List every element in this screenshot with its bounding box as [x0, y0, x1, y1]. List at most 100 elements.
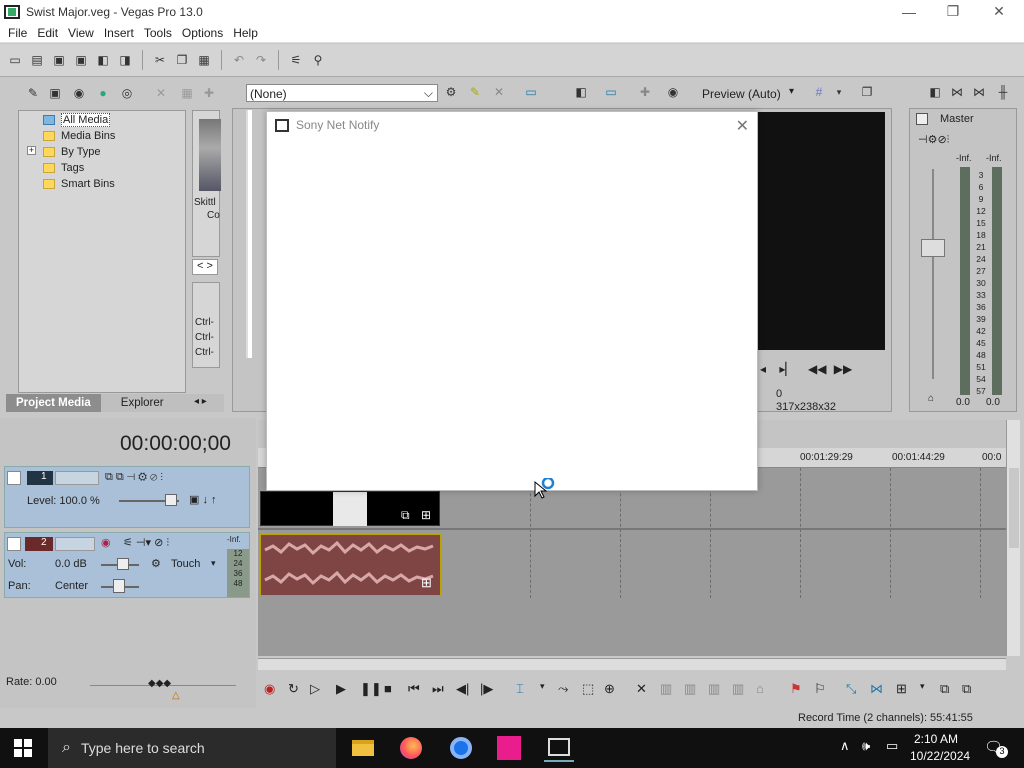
chevron-down-icon[interactable]: ▾ [211, 558, 216, 569]
view-icon[interactable]: ✚ [200, 84, 218, 102]
mixer-properties-icon[interactable]: ◧ [926, 83, 944, 101]
play-icon[interactable]: ▶ [336, 681, 346, 697]
track-expand-icon[interactable] [7, 471, 21, 485]
tab-explorer[interactable]: Explorer [111, 394, 174, 412]
fx-dropdown[interactable]: (None) ⌵ [246, 84, 438, 102]
vol-slider[interactable] [117, 558, 129, 570]
delete-icon[interactable]: ✕ [636, 681, 647, 697]
menu-options[interactable]: Options [178, 26, 229, 40]
thumbnail-nav[interactable]: < > [192, 259, 218, 275]
preview-properties-icon[interactable]: ◧ [572, 83, 590, 101]
what-is-this-icon[interactable]: ⚲ [309, 51, 327, 69]
insert-bus-icon[interactable]: ╫ [994, 83, 1012, 101]
grid-icon[interactable]: # [810, 83, 828, 101]
track-name-field[interactable] [55, 537, 95, 551]
menu-view[interactable]: View [64, 26, 100, 40]
stop-icon[interactable]: ■ [384, 681, 392, 696]
snapping-icon[interactable]: ⤡ [846, 681, 856, 697]
tray-date[interactable]: 10/22/2024 [910, 749, 970, 763]
external-monitor-icon[interactable]: ▭ [602, 83, 620, 101]
compositing-icons[interactable]: ▣ ↓ ↑ [189, 493, 217, 506]
downmix-icon[interactable]: ⋈ [948, 83, 966, 101]
play-icon[interactable]: ▶▶ [834, 362, 852, 376]
loop-icon[interactable]: ◀◀ [808, 362, 826, 376]
dialog-close-button[interactable]: ✕ [736, 116, 749, 136]
firefox-icon[interactable] [396, 734, 426, 762]
automation-mode[interactable]: Touch [171, 558, 200, 570]
copy-snapshot-icon[interactable]: ❐ [858, 83, 876, 101]
level-slider[interactable] [165, 494, 177, 506]
play-from-start-icon[interactable]: ▷ [310, 681, 320, 697]
capture-video-icon[interactable]: ▣ [46, 84, 64, 102]
horizontal-scrollbar[interactable] [258, 658, 1006, 670]
trim-end-icon[interactable]: ▥ [708, 681, 720, 697]
ignore-grouping-icon[interactable]: ⧉ [962, 681, 971, 697]
master-controls-icon[interactable]: ⊣⚙⊘⫶ [918, 133, 949, 147]
track-controls-icons[interactable]: ⧉ ⧉ ⊣ ⚙ ⊘ ⫶ [105, 471, 163, 484]
menu-help[interactable]: Help [229, 26, 264, 40]
arm-record-icon[interactable]: ◉ [101, 536, 111, 549]
ripple-edit-icon[interactable]: ⊞ [896, 681, 907, 697]
render-icon[interactable]: ◧ [94, 51, 112, 69]
save-as-icon[interactable]: ▣ [72, 51, 90, 69]
envelope-tool-icon[interactable]: ⤳ [558, 681, 568, 697]
minimize-button[interactable]: — [886, 0, 932, 23]
event-fx-icon[interactable]: ⊞ [421, 575, 432, 591]
automation-icon[interactable]: ⚙ [151, 557, 161, 570]
next-frame-icon[interactable]: |▶ [480, 681, 493, 697]
scroll-thumb[interactable] [1009, 468, 1019, 548]
media-thumbnail[interactable] [199, 119, 221, 191]
preview-quality-dropdown[interactable]: Preview (Auto) [702, 87, 781, 101]
network-icon[interactable]: ▭ [886, 738, 898, 754]
cut-icon[interactable]: ✂ [151, 51, 169, 69]
region-icon[interactable]: ⚐ [814, 681, 826, 697]
record-icon[interactable]: ◉ [264, 681, 275, 697]
audio-event[interactable]: ⊞ [260, 534, 441, 596]
event-fx-icon[interactable]: ⊞ [421, 508, 431, 522]
media-fx-icon[interactable]: ▦ [178, 84, 196, 102]
previous-frame-icon[interactable]: ◂ [760, 362, 766, 376]
rate-slider[interactable]: ◆◆◆ [148, 678, 171, 689]
auto-crossfade-icon[interactable]: ⋈ [870, 681, 883, 697]
split-screen-icon[interactable]: ✚ [636, 83, 654, 101]
installer-app-icon[interactable] [494, 734, 524, 762]
loop-playback-icon[interactable]: ↻ [288, 681, 299, 697]
track-name-field[interactable] [55, 471, 99, 485]
paste-icon[interactable]: ▦ [195, 51, 213, 69]
maximize-button[interactable]: ❐ [930, 0, 976, 23]
plugin-chooser-icon[interactable]: ⚙ [442, 83, 460, 101]
redo-icon[interactable]: ↷ [252, 51, 270, 69]
extract-audio-icon[interactable]: ● [94, 84, 112, 102]
pause-icon[interactable]: ❚❚ [360, 681, 382, 697]
expand-icon[interactable]: + [27, 146, 36, 155]
tab-project-media[interactable]: Project Media [6, 394, 101, 412]
chevron-down-icon[interactable]: ▾ [540, 681, 545, 692]
menu-file[interactable]: File [4, 26, 33, 40]
go-to-end-icon[interactable]: ⏭ [432, 681, 444, 697]
start-button[interactable] [8, 734, 38, 762]
menu-edit[interactable]: Edit [33, 26, 64, 40]
copy-icon[interactable]: ❐ [173, 51, 191, 69]
tree-item-tags[interactable]: Tags [43, 160, 84, 176]
vegas-taskbar-icon[interactable] [544, 734, 574, 762]
master-lock-icon[interactable]: ⌂ [928, 393, 934, 404]
tray-time[interactable]: 2:10 AM [914, 732, 958, 746]
volume-icon[interactable]: 🕪 [862, 738, 870, 754]
tab-scroll-icon[interactable]: ◂ ▸ [194, 396, 207, 407]
file-explorer-icon[interactable] [348, 734, 378, 762]
video-event[interactable]: ⧉ ⊞ [260, 491, 440, 526]
event-pan-crop-icon[interactable]: ⧉ [401, 508, 410, 523]
pan-slider[interactable] [113, 579, 125, 593]
previous-frame-icon[interactable]: ◀| [456, 681, 469, 697]
lock-icon[interactable]: ⌂ [756, 681, 764, 696]
properties-icon[interactable]: ◨ [116, 51, 134, 69]
track-controls-icons[interactable]: ⚟ ⊣▾ ⊘ ⫶ [123, 536, 169, 550]
trim-icon[interactable]: ▥ [660, 681, 672, 697]
remove-media-icon[interactable]: ✕ [152, 84, 170, 102]
open-folder-icon[interactable]: ▤ [28, 51, 46, 69]
tree-item-smart-bins[interactable]: Smart Bins [43, 176, 115, 192]
get-photos-icon[interactable]: ◉ [70, 84, 88, 102]
close-window-button[interactable]: ✕ [976, 0, 1022, 23]
fx-chain-icon[interactable]: ✎ [466, 83, 484, 101]
tree-item-media-bins[interactable]: Media Bins [43, 128, 115, 144]
